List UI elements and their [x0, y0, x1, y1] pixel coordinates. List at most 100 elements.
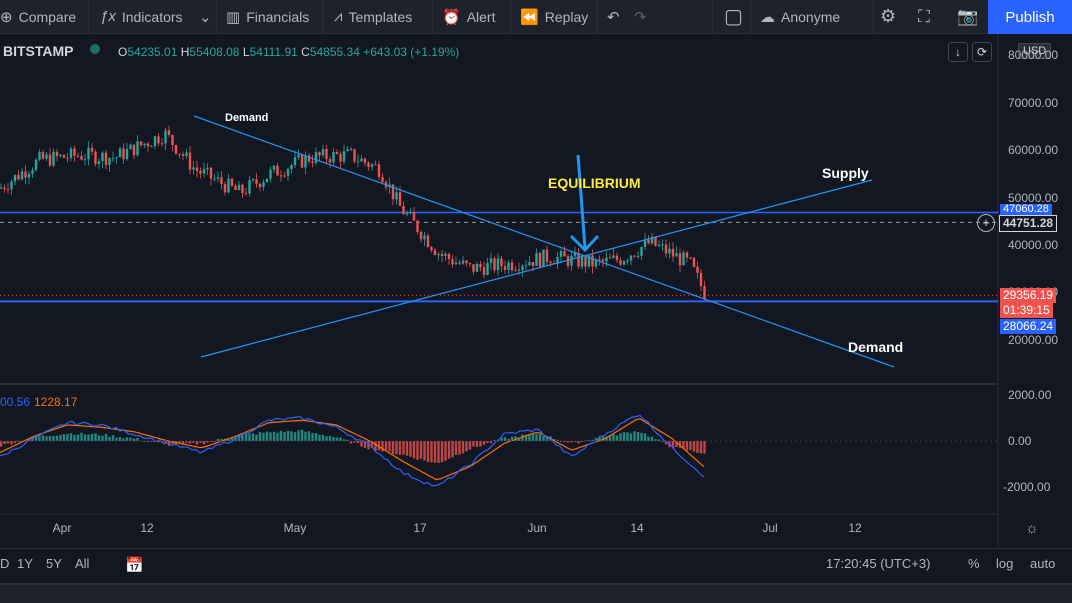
alert-button[interactable]: ⏰ Alert [442, 0, 495, 33]
clock-time[interactable]: 17:20:45 (UTC+3) [826, 556, 930, 571]
macd-histogram-bar [300, 429, 304, 441]
fullscreen-button[interactable]: ⛶ [918, 0, 936, 33]
macd-histogram-bar [419, 441, 423, 459]
candle-body [206, 167, 209, 170]
arrow-down-icon[interactable]: ↓ [948, 42, 968, 62]
candle-body [643, 239, 647, 248]
log-toggle[interactable]: log [996, 556, 1013, 571]
candle-body [241, 184, 244, 194]
signal-value: 1228.17 [34, 395, 78, 409]
candle-body [321, 148, 325, 156]
macd-histogram-bar [55, 435, 59, 441]
financials-button[interactable]: ▥ Financials [226, 0, 309, 33]
candle-body [234, 185, 237, 191]
candle-body [122, 148, 125, 160]
candle-body [356, 161, 360, 163]
candle-body [542, 249, 545, 267]
annotation-supply[interactable]: Supply [822, 165, 869, 181]
macd-histogram-bar [311, 432, 314, 441]
candle-body [416, 220, 419, 232]
candle-body [608, 257, 612, 259]
macd-histogram-bar [62, 434, 66, 441]
range-1y[interactable]: 1Y [17, 556, 33, 571]
percent-toggle[interactable]: % [968, 556, 980, 571]
equilibrium-arrow[interactable] [576, 154, 587, 249]
macd-histogram-bar [626, 432, 629, 441]
candle-body [374, 164, 377, 166]
macd-histogram-bar [237, 435, 241, 441]
annotation-equilibrium[interactable]: EQUILIBRIUM [548, 175, 641, 191]
supply-trendline[interactable] [200, 179, 873, 358]
macd-histogram-bar [297, 430, 300, 441]
candle-body [598, 259, 601, 261]
candle-body [545, 249, 549, 262]
indicators-button[interactable]: ƒx Indicators [100, 0, 183, 33]
candle-body [17, 174, 20, 180]
refresh-icon[interactable]: ⟳ [972, 42, 992, 62]
candle-body [262, 182, 265, 188]
alarm-clock-icon: ⏰ [442, 8, 461, 26]
layout-button[interactable]: ▢ [724, 0, 749, 33]
publish-button[interactable]: Publish [988, 0, 1072, 34]
low-value: 54111.91 [249, 45, 298, 59]
candle-body [479, 263, 482, 268]
range-5y[interactable]: 5Y [46, 556, 62, 571]
symbol-title[interactable]: BITSTAMP [3, 43, 74, 59]
candle-body [237, 184, 241, 191]
macd-histogram-bar [321, 434, 325, 441]
macd-histogram-bar [304, 431, 307, 441]
undo-button[interactable]: ↶ [607, 0, 626, 33]
macd-histogram-bar [566, 441, 570, 443]
undo-icon: ↶ [607, 8, 620, 26]
compare-button[interactable]: ⊕ Compare [0, 0, 76, 33]
add-alert-plus-icon[interactable]: + [977, 214, 995, 232]
candle-body [31, 170, 34, 174]
price-tag-crosshair: 44751.28 [999, 215, 1058, 232]
templates-button[interactable]: ⩘ Templates [334, 0, 412, 33]
macd-histogram-bar [6, 441, 10, 444]
candle-body [689, 257, 692, 259]
auto-toggle[interactable]: auto [1030, 556, 1055, 571]
range-d[interactable]: D [0, 556, 9, 571]
redo-button[interactable]: ↷ [634, 0, 653, 33]
macd-histogram-bar [699, 441, 703, 454]
account-button[interactable]: ☁ Anonyme [760, 0, 840, 33]
demand-trendline[interactable] [193, 115, 895, 368]
indicators-dropdown[interactable]: ⌄ [199, 0, 218, 33]
candle-body [150, 146, 153, 148]
candle-body [612, 255, 615, 258]
range-all[interactable]: All [75, 556, 89, 571]
macd-histogram-bar [458, 441, 461, 455]
macd-histogram-bar [636, 431, 640, 441]
candle-body [283, 175, 286, 177]
sun-icon[interactable]: ☼ [1025, 520, 1039, 537]
candle-body [524, 265, 528, 267]
replay-button[interactable]: ⏪ Replay [520, 0, 588, 33]
candle-body [346, 149, 349, 152]
snapshot-button[interactable]: 📷 [957, 0, 984, 33]
candle-body [104, 152, 108, 165]
divider [322, 0, 323, 34]
annotation-demand-bottom[interactable]: Demand [848, 339, 903, 355]
candle-body [563, 251, 566, 257]
candle-body [398, 192, 402, 206]
settings-button[interactable]: ⚙ [880, 0, 902, 33]
fullscreen-icon: ⛶ [918, 6, 930, 26]
macd-histogram-bar [643, 433, 647, 441]
macd-histogram-bar [52, 435, 55, 441]
price-tag-top-line: 47060.28 [1000, 204, 1052, 215]
candle-body [493, 258, 496, 271]
financials-label: Financials [246, 8, 310, 25]
chart-canvas[interactable] [0, 34, 1072, 548]
ohlc-legend: O54235.01 H55408.08 L54111.91 C54855.34 … [118, 45, 459, 59]
candle-body [353, 149, 356, 162]
candle-body [640, 247, 643, 256]
candle-body [668, 248, 671, 254]
low-label: L [242, 45, 250, 59]
candle-body [342, 151, 346, 162]
candle-body [654, 236, 657, 246]
calendar-icon[interactable]: 📅 [125, 556, 144, 574]
top-toolbar: ⊕ Compare ƒx Indicators ⌄ ▥ Financials ⩘ Tem… [0, 0, 1072, 34]
annotation-demand-top[interactable]: Demand [225, 112, 268, 124]
candle-body [108, 157, 111, 165]
